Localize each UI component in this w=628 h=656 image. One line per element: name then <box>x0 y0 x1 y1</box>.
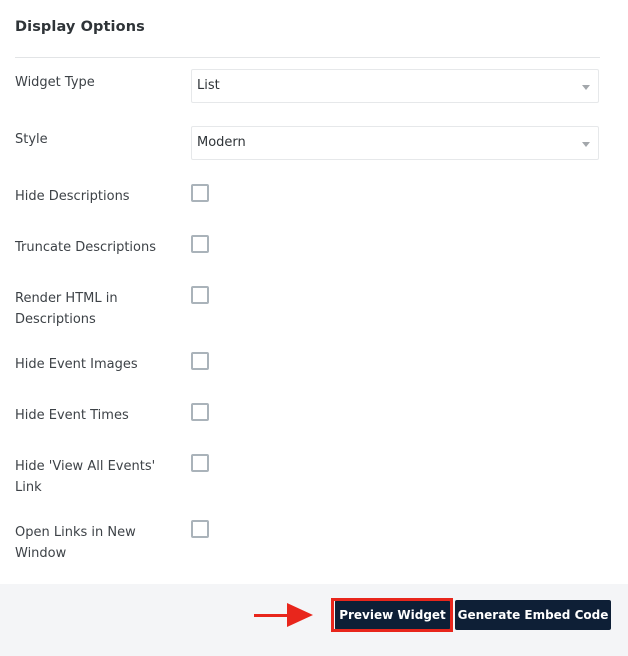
hide-event-times-label: Hide Event Times <box>15 408 129 423</box>
style-select[interactable]: Modern <box>191 126 599 160</box>
widget-type-label: Widget Type <box>15 75 95 90</box>
truncate-descriptions-checkbox[interactable] <box>191 235 209 253</box>
section-divider <box>15 57 600 58</box>
hide-descriptions-checkbox[interactable] <box>191 184 209 202</box>
chevron-down-icon <box>582 85 590 90</box>
open-links-new-window-label: Open Links in New Window <box>15 525 136 561</box>
widget-type-select[interactable]: List <box>191 69 599 103</box>
style-value: Modern <box>197 135 246 150</box>
section-title: Display Options <box>15 19 145 35</box>
hide-descriptions-label: Hide Descriptions <box>15 189 130 204</box>
highlight-box <box>331 598 453 632</box>
hide-event-images-checkbox[interactable] <box>191 352 209 370</box>
truncate-descriptions-label: Truncate Descriptions <box>15 240 157 255</box>
style-label: Style <box>15 132 48 147</box>
chevron-down-icon <box>582 142 590 147</box>
render-html-label: Render HTML in Descriptions <box>15 291 118 327</box>
widget-type-value: List <box>197 78 220 93</box>
hide-view-all-label: Hide 'View All Events' Link <box>15 459 156 495</box>
hide-event-images-label: Hide Event Images <box>15 357 138 372</box>
generate-embed-code-button[interactable]: Generate Embed Code <box>455 600 611 630</box>
hide-view-all-checkbox[interactable] <box>191 454 209 472</box>
hide-event-times-checkbox[interactable] <box>191 403 209 421</box>
open-links-new-window-checkbox[interactable] <box>191 520 209 538</box>
render-html-checkbox[interactable] <box>191 286 209 304</box>
